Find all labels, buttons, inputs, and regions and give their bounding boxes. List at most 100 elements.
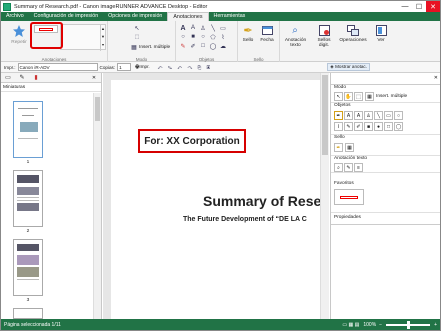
print-button[interactable]: 🖶Impr. <box>135 63 150 71</box>
oval-icon[interactable]: ○ <box>179 33 187 41</box>
thumbnail-page-1[interactable] <box>13 101 43 158</box>
favorite-item[interactable] <box>334 189 364 205</box>
highlighter-icon[interactable]: ✎ <box>179 42 187 50</box>
line-object-icon[interactable]: ╲ <box>374 111 383 120</box>
document-page[interactable]: For: XX Corporation Summary of Rese The … <box>111 80 329 319</box>
text-box-icon[interactable]: A <box>179 24 187 32</box>
zoom-slider[interactable] <box>386 320 431 329</box>
annotation-gallery[interactable]: ▲ ▼ ▾ <box>60 24 106 51</box>
text-object-icon[interactable]: A <box>354 111 363 120</box>
hand-tool-icon[interactable]: ✋ <box>344 92 353 101</box>
date-icon[interactable] <box>260 24 274 36</box>
favorites-section: Favoritos <box>331 181 440 213</box>
multi-insert-icon[interactable]: ▦ <box>365 92 374 101</box>
show-annotations-button[interactable]: ◈ Mostrar anotac. <box>327 63 370 71</box>
cloud-icon[interactable]: ☁ <box>219 42 227 50</box>
square-object-icon[interactable]: □ <box>384 122 393 131</box>
insert-multiple-icon[interactable]: ▦ <box>130 43 138 51</box>
polyline-object-icon[interactable]: ⌇ <box>334 122 343 131</box>
insert-multiple-label-right[interactable]: Insert. múltiple <box>376 94 407 99</box>
minimize-button[interactable]: — <box>398 1 412 12</box>
polyline-icon[interactable]: ⌇ <box>219 33 227 41</box>
stamp-icon[interactable]: ✒ <box>241 24 255 37</box>
tab-archivo[interactable]: Archivo <box>1 12 29 21</box>
filled-rectangle-icon[interactable]: ■ <box>189 33 197 41</box>
stamp-object-icon[interactable]: ✒ <box>334 111 343 120</box>
stamp-label[interactable]: Sello <box>240 38 256 43</box>
corporation-stamp[interactable]: For: XX Corporation <box>138 129 246 153</box>
text-annot-edit-icon[interactable]: ✎ <box>344 163 353 172</box>
pane-close-icon-right[interactable]: ✕ <box>434 75 438 81</box>
polygon-icon[interactable]: ⬠ <box>209 33 217 41</box>
pen-object-icon[interactable]: ✐ <box>354 122 363 131</box>
tab-print-options[interactable]: Opciones de impresión <box>103 12 167 21</box>
favorites-section-label: Favoritos <box>334 181 354 186</box>
printer-select[interactable]: Canon iR-ADV <box>17 63 98 71</box>
zoom-in-icon[interactable]: + <box>434 322 437 328</box>
rect-object-icon[interactable]: ▭ <box>384 111 393 120</box>
filled-circle-object-icon[interactable]: ● <box>374 122 383 131</box>
tab-print-settings[interactable]: Configuración de impresión <box>29 12 103 21</box>
thumbnails-tab-icon[interactable]: ▭ <box>1 74 15 81</box>
page-view-icons[interactable]: ▭ ▦ ▤ <box>342 322 359 328</box>
view-label[interactable]: Ver <box>375 38 387 43</box>
zoom-slider-thumb[interactable] <box>407 320 411 329</box>
pane-close-icon[interactable]: ✕ <box>87 75 101 81</box>
circle-object-icon[interactable]: ◯ <box>394 122 403 131</box>
digital-stamp-label[interactable]: Sellos digit. <box>313 38 335 48</box>
oval-object-icon[interactable]: ○ <box>394 111 403 120</box>
rectangle-icon[interactable]: ▭ <box>219 24 227 32</box>
mode-section: Modo ↖ ✋ ⬚ ▦ Insert. múltiple <box>331 85 440 103</box>
thumbnail-page-2[interactable] <box>13 170 43 227</box>
text-annotation-icon[interactable]: ⌕ <box>288 24 302 36</box>
stamp-tool-icon[interactable]: ✒ <box>334 143 343 152</box>
circle-outline-icon[interactable]: ◯ <box>209 42 217 50</box>
tab-tools[interactable]: Herramientas <box>209 12 251 21</box>
copies-input[interactable]: 1 <box>117 63 132 71</box>
shape-object-icon[interactable]: ♙ <box>364 111 373 120</box>
annotation-highlight-box <box>30 22 63 49</box>
maximize-button[interactable]: ☐ <box>412 1 426 12</box>
pointer-tool-icon[interactable]: ↖ <box>334 92 343 101</box>
view-icon[interactable] <box>374 24 388 36</box>
date-label[interactable]: Fecha <box>259 38 275 43</box>
thumbnail-label-3: 3 <box>26 298 30 303</box>
square-icon[interactable]: □ <box>199 42 207 50</box>
thumbnail-label-1: 1 <box>26 160 30 165</box>
filled-square-object-icon[interactable]: ■ <box>364 122 373 131</box>
app-icon <box>3 2 11 11</box>
text-annotation-label[interactable]: Anotación texto <box>283 38 308 48</box>
close-button[interactable]: ✕ <box>426 1 440 12</box>
zoom-out-icon[interactable]: − <box>379 322 382 328</box>
operations-label[interactable]: Operaciones <box>339 38 367 43</box>
comments-tab-icon[interactable]: ✎ <box>15 74 29 81</box>
text-select-icon[interactable]: ⬚ <box>133 33 141 41</box>
select-pointer-icon[interactable]: ↖ <box>133 24 141 32</box>
text-annot-tool-icon[interactable]: ⌕ <box>334 163 343 172</box>
zoom-level: 100% <box>363 321 377 328</box>
thumbnail-scrollbar[interactable] <box>93 93 101 319</box>
highlight-object-icon[interactable]: ✎ <box>344 122 353 131</box>
stamp-shape-icon[interactable]: ♙ <box>199 24 207 32</box>
repeat-star-icon[interactable] <box>11 24 27 38</box>
operations-icon[interactable] <box>346 24 360 36</box>
text-icon[interactable]: A <box>189 24 197 32</box>
thumbnail-page-4[interactable] <box>13 308 43 319</box>
line-icon[interactable]: ╲ <box>209 24 217 32</box>
document-subtitle: The Future Development of “DE LA C <box>183 216 307 223</box>
insert-multiple-label[interactable]: Insert. múltiple <box>139 45 170 50</box>
document-scrollbar[interactable] <box>320 73 329 319</box>
text-annot-list-icon[interactable]: ≡ <box>354 163 363 172</box>
select-tool-icon[interactable]: ⬚ <box>354 92 363 101</box>
circle-icon[interactable]: ○ <box>199 33 207 41</box>
pen-icon[interactable]: ✐ <box>189 42 197 50</box>
textbox-object-icon[interactable]: A <box>344 111 353 120</box>
stamp-section-label: Sello <box>334 135 345 140</box>
thumbnail-page-3[interactable] <box>13 239 43 296</box>
tab-annotations[interactable]: Anotaciones <box>167 12 209 21</box>
date-tool-icon[interactable]: ▦ <box>345 143 354 152</box>
bookmark-tab-icon[interactable]: ▮ <box>29 74 43 81</box>
annotation-pane: ✕ Modo ↖ ✋ ⬚ ▦ Insert. múltiple Objetos … <box>330 73 440 319</box>
digital-stamp-icon[interactable] <box>317 24 331 36</box>
quick-tools[interactable]: ⤺ ✎ ↶ ↷ ⎘ ▣ <box>158 65 212 70</box>
